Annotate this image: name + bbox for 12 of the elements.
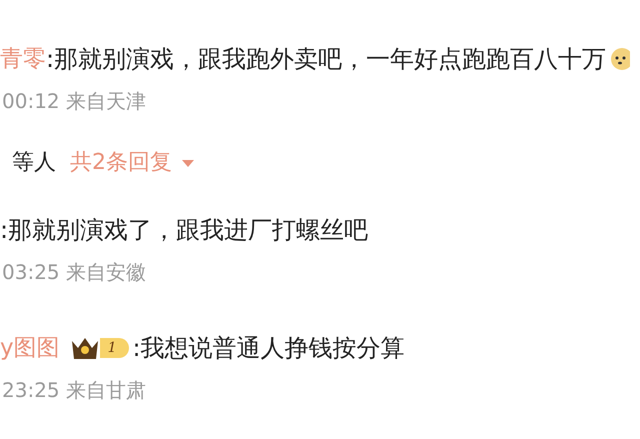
level-badge: 1 [100,338,129,358]
comment-text: :那就别演戏，跟我跑外卖吧，一年好点跑跑百八十万 [46,44,606,75]
timestamp-location: 03:25 来自安徽 [1,259,147,286]
comment-text: :那就别演戏了，跟我进厂打螺丝吧 [0,215,368,246]
replies-toggle[interactable]: 共2条回复 [70,146,194,179]
comment-text: :我想说普通人挣钱按分算 [132,333,405,364]
username-link[interactable]: 青零 [0,42,46,76]
timestamp-location: 23:25 来自甘肃 [1,377,147,404]
caret-icon [182,158,194,168]
reply-users: 等人 [12,149,56,177]
username-link[interactable]: y图图 [0,330,60,366]
timestamp-location: 00:12 来自天津 [1,88,147,115]
